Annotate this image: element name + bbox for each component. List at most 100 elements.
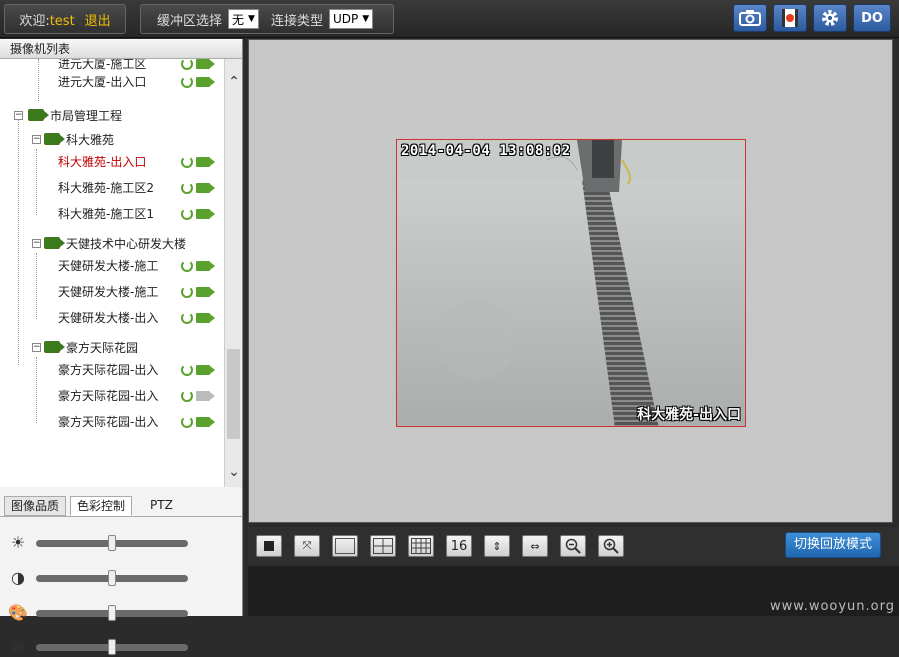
video-feed[interactable]: 2014-04-04 13:08:02 科大雅苑-出入口 bbox=[396, 139, 746, 427]
camera-item[interactable]: 进元大厦-出入口 bbox=[0, 71, 224, 93]
settings-button[interactable] bbox=[813, 4, 847, 32]
video-camera-icon bbox=[196, 209, 215, 219]
collapse-icon[interactable]: − bbox=[14, 111, 23, 120]
fullscreen-button[interactable]: ⤧ bbox=[294, 535, 320, 557]
group-item[interactable]: − 科大雅苑 bbox=[0, 129, 224, 151]
refresh-icon[interactable] bbox=[181, 59, 193, 70]
video-camera-icon bbox=[196, 313, 215, 323]
slider-track[interactable] bbox=[36, 639, 188, 655]
stop-icon bbox=[264, 541, 274, 551]
tree-scrollbar[interactable]: ⌃ ⌄ bbox=[224, 59, 242, 487]
fit-horizontal-button[interactable]: ⇔ bbox=[522, 535, 548, 557]
video-camera-icon bbox=[196, 77, 215, 87]
fit-vertical-button[interactable]: ⇕ bbox=[484, 535, 510, 557]
brightness-slider[interactable]: ☀ bbox=[8, 533, 228, 553]
layout-4-button[interactable] bbox=[370, 535, 396, 557]
chevron-down-icon: ▼ bbox=[362, 14, 370, 24]
zoom-out-icon bbox=[565, 538, 581, 554]
collapse-icon[interactable]: − bbox=[32, 239, 41, 248]
camera-item[interactable]: 天健研发大楼-出入 bbox=[0, 307, 224, 329]
tab-color-control[interactable]: 色彩控制 bbox=[70, 496, 133, 516]
conn-type-select[interactable]: UDP ▼ bbox=[328, 9, 374, 29]
record-icon bbox=[782, 9, 798, 27]
camera-tree: 进元大厦-施工区 进元大厦-出入口 − 市局管理工程 − 科大雅苑 科大雅苑-出… bbox=[0, 59, 224, 487]
camera-item[interactable]: 科大雅苑-施工区2 bbox=[0, 177, 224, 199]
vertical-arrows-icon: ⇕ bbox=[492, 539, 502, 553]
camera-group-icon bbox=[44, 341, 65, 353]
refresh-icon[interactable] bbox=[181, 286, 193, 298]
camera-icon bbox=[739, 10, 761, 26]
camera-group-icon bbox=[28, 109, 49, 121]
video-camera-offline-icon bbox=[196, 391, 215, 401]
contrast-slider[interactable]: ◑ bbox=[8, 568, 228, 588]
hue-slider[interactable]: ⊘ bbox=[8, 637, 228, 657]
tab-image-quality[interactable]: 图像品质 bbox=[4, 496, 67, 516]
bottom-strip: www.wooyun.org bbox=[248, 566, 899, 616]
camera-item[interactable]: 豪方天际花园-出入 bbox=[0, 411, 224, 433]
chevron-down-icon[interactable]: ⌄ bbox=[225, 463, 243, 481]
zoom-in-button[interactable] bbox=[598, 535, 624, 557]
video-camera-icon bbox=[196, 59, 215, 69]
tab-ptz[interactable]: PTZ bbox=[136, 496, 187, 516]
refresh-icon[interactable] bbox=[181, 182, 193, 194]
grid-4-icon bbox=[373, 538, 393, 554]
contrast-icon: ◑ bbox=[11, 568, 25, 587]
layout-1-button[interactable] bbox=[332, 535, 358, 557]
group-item[interactable]: − 豪方天际花园 bbox=[0, 337, 224, 359]
hue-icon: ⊘ bbox=[11, 637, 25, 656]
layout-9-button[interactable] bbox=[408, 535, 434, 557]
video-camera-icon bbox=[196, 183, 215, 193]
slider-handle[interactable] bbox=[108, 570, 116, 586]
slider-handle[interactable] bbox=[108, 639, 116, 655]
refresh-icon[interactable] bbox=[181, 76, 193, 88]
video-camera-icon bbox=[196, 261, 215, 271]
conn-type-label: 连接类型 bbox=[270, 13, 323, 29]
record-button[interactable] bbox=[773, 4, 807, 32]
camera-group-icon bbox=[44, 133, 65, 145]
camera-item[interactable]: 豪方天际花园-出入 bbox=[0, 385, 224, 407]
video-camera-icon bbox=[196, 417, 215, 427]
collapse-icon[interactable]: − bbox=[32, 135, 41, 144]
refresh-icon[interactable] bbox=[181, 260, 193, 272]
refresh-icon[interactable] bbox=[181, 156, 193, 168]
zoom-in-icon bbox=[603, 538, 619, 554]
slider-track[interactable] bbox=[36, 570, 188, 586]
video-camera-icon bbox=[196, 157, 215, 167]
logout-link[interactable]: 退出 bbox=[85, 10, 111, 29]
collapse-icon[interactable]: − bbox=[32, 343, 41, 352]
camera-item[interactable]: 天健研发大楼-施工 bbox=[0, 255, 224, 277]
video-frame-image bbox=[397, 140, 745, 426]
do-button[interactable]: DO bbox=[853, 4, 891, 32]
slider-handle[interactable] bbox=[108, 535, 116, 551]
stop-button[interactable] bbox=[256, 535, 282, 557]
welcome-text: 欢迎:test bbox=[19, 13, 75, 29]
welcome-box: 欢迎:test 退出 bbox=[4, 4, 126, 34]
slider-track[interactable] bbox=[36, 535, 188, 551]
chevron-up-icon[interactable]: ⌃ bbox=[225, 73, 243, 91]
video-timestamp: 2014-04-04 13:08:02 bbox=[401, 143, 571, 159]
chevron-down-icon: ▼ bbox=[248, 14, 255, 24]
horizontal-arrows-icon: ⇔ bbox=[530, 539, 540, 553]
saturation-slider[interactable]: 🎨 bbox=[8, 603, 228, 623]
zoom-out-button[interactable] bbox=[560, 535, 586, 557]
group-item[interactable]: − 天健技术中心研发大楼 bbox=[0, 233, 224, 255]
refresh-icon[interactable] bbox=[181, 364, 193, 376]
camera-item[interactable]: 天健研发大楼-施工 bbox=[0, 281, 224, 303]
slider-handle[interactable] bbox=[108, 605, 116, 621]
camera-item-selected[interactable]: 科大雅苑-出入口 bbox=[0, 151, 224, 173]
refresh-icon[interactable] bbox=[181, 312, 193, 324]
options-box: 缓冲区选择 无 ▼ 连接类型 UDP ▼ bbox=[140, 4, 394, 34]
video-area: 2014-04-04 13:08:02 科大雅苑-出入口 bbox=[248, 39, 893, 523]
switch-playback-button[interactable]: 切换回放模式 bbox=[785, 532, 881, 558]
refresh-icon[interactable] bbox=[181, 416, 193, 428]
refresh-icon[interactable] bbox=[181, 390, 193, 402]
camera-item[interactable]: 科大雅苑-施工区1 bbox=[0, 203, 224, 225]
fullscreen-icon: ⤧ bbox=[302, 539, 312, 552]
snapshot-button[interactable] bbox=[733, 4, 767, 32]
buffer-select[interactable]: 无 ▼ bbox=[228, 9, 259, 29]
layout-16-button[interactable]: 16 bbox=[446, 535, 472, 557]
group-item[interactable]: − 市局管理工程 bbox=[0, 105, 224, 127]
refresh-icon[interactable] bbox=[181, 208, 193, 220]
camera-item[interactable]: 豪方天际花园-出入 bbox=[0, 359, 224, 381]
scrollbar-thumb[interactable] bbox=[227, 349, 240, 439]
